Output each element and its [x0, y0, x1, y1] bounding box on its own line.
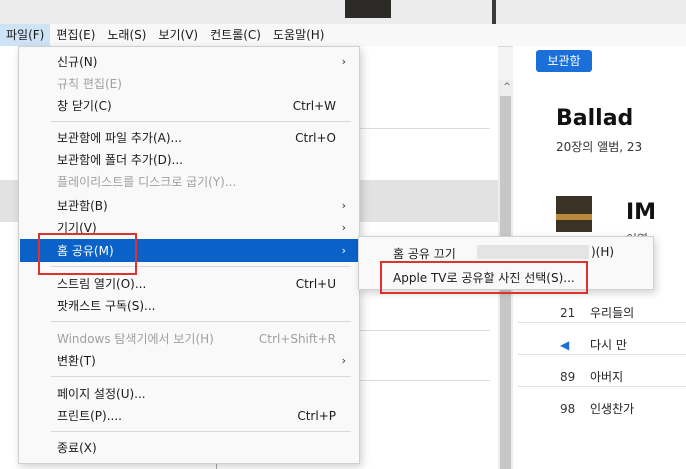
menu-bar: 파일(F) 편집(E) 노래(S) 보기(V) 컨트롤(C) 도움말(H) — [0, 24, 686, 47]
submenu-item-label: Apple TV로 공유할 사진 선택(S)... — [393, 271, 575, 285]
title-strip — [0, 0, 686, 24]
menu-separator — [51, 121, 351, 122]
menu-item-label: 홈 공유(M) — [57, 244, 114, 258]
row-divider — [360, 380, 490, 381]
menu-item-shortcut: Ctrl+P — [297, 408, 336, 423]
menu-item-shortcut: Ctrl+Shift+R — [258, 331, 336, 346]
submenu-item-label: 홈 공유 끄기 — [393, 247, 456, 261]
menu-item-add-folder[interactable]: 보관함에 폴더 추가(D)... — [20, 148, 358, 171]
track-divider — [518, 322, 686, 323]
menu-item-add-file[interactable]: 보관함에 파일 추가(A)... Ctrl+O — [20, 126, 358, 149]
track-title: 아버지 — [590, 370, 624, 384]
speaker-icon: ◀ — [560, 338, 570, 352]
menu-item-show-in-explorer[interactable]: Windows 탐색기에서 보기(H) Ctrl+Shift+R — [20, 327, 358, 350]
file-menu: 신규(N) › 규칙 편집(E) 창 닫기(C) Ctrl+W 보관함에 파일 … — [18, 46, 360, 464]
track-title: 인생찬가 — [590, 402, 635, 416]
menu-file[interactable]: 파일(F) — [0, 24, 51, 46]
now-playing-artwork — [345, 0, 391, 18]
menu-item-open-stream[interactable]: 스트림 열기(O)... Ctrl+U — [20, 272, 358, 295]
row-divider — [360, 330, 490, 331]
album-title[interactable]: IM — [626, 200, 656, 225]
menu-separator — [51, 266, 351, 267]
menu-item-exit[interactable]: 종료(X) — [20, 436, 358, 459]
track-title: 다시 만 — [590, 338, 627, 352]
submenu-arrow-icon: › — [341, 199, 346, 212]
submenu-item-choose-photos[interactable]: Apple TV로 공유할 사진 선택(S)... — [359, 265, 653, 287]
menu-item-shortcut: Ctrl+W — [292, 98, 336, 113]
menu-view[interactable]: 보기(V) — [152, 24, 204, 46]
menu-item-label: 스트림 열기(O)... — [57, 277, 147, 291]
menu-item-label: 보관함에 파일 추가(A)... — [57, 131, 182, 145]
blurred-text — [477, 245, 589, 259]
menu-item-devices[interactable]: 기기(V) › — [20, 216, 358, 239]
menu-item-shortcut: Ctrl+O — [295, 130, 336, 145]
menu-item-edit-rules[interactable]: 규칙 편집(E) — [20, 72, 358, 95]
menu-item-label: 플레이리스트를 디스크로 굽기(Y)... — [57, 175, 237, 189]
menu-item-label: 규칙 편집(E) — [57, 77, 122, 91]
submenu-item-shortcut-hint: )(H) — [591, 245, 615, 259]
submenu-item-turn-off-home-sharing[interactable]: 홈 공유 끄기 )(H) — [359, 241, 653, 263]
menu-item-label: 프린트(P).... — [57, 409, 122, 423]
menu-edit[interactable]: 편집(E) — [50, 24, 101, 46]
menu-item-print[interactable]: 프린트(P).... Ctrl+P — [20, 404, 358, 427]
menu-help[interactable]: 도움말(H) — [267, 24, 331, 46]
menu-item-convert[interactable]: 변환(T) › — [20, 349, 358, 372]
menu-item-label: 창 닫기(C) — [57, 99, 112, 113]
track-number: 21 — [560, 306, 576, 320]
submenu-arrow-icon: › — [341, 354, 346, 367]
top-divider — [492, 0, 496, 24]
menu-song[interactable]: 노래(S) — [101, 24, 152, 46]
menu-item-label: 보관함에 폴더 추가(D)... — [57, 153, 183, 167]
menu-item-home-sharing[interactable]: 홈 공유(M) › — [20, 239, 358, 262]
track-number: 98 — [560, 402, 576, 416]
menu-separator — [51, 431, 351, 432]
menu-separator — [51, 321, 351, 322]
submenu-arrow-icon: › — [341, 244, 346, 257]
menu-item-label: Windows 탐색기에서 보기(H) — [57, 332, 214, 346]
menu-item-label: 팟캐스트 구독(S)... — [57, 299, 156, 313]
track-title: 우리들의 — [590, 306, 635, 320]
submenu-arrow-icon: › — [341, 221, 346, 234]
menu-controls[interactable]: 컨트롤(C) — [204, 24, 267, 46]
genre-title: Ballad — [556, 106, 634, 131]
menu-item-label: 보관함(B) — [57, 199, 108, 213]
scroll-up-arrow-icon[interactable]: ^ — [501, 80, 513, 94]
menu-item-close-window[interactable]: 창 닫기(C) Ctrl+W — [20, 94, 358, 117]
track-row[interactable]: 98 인생찬가 — [560, 400, 634, 417]
menu-item-burn-playlist[interactable]: 플레이리스트를 디스크로 굽기(Y)... — [20, 170, 358, 193]
menu-item-label: 기기(V) — [57, 221, 97, 235]
menu-item-shortcut: Ctrl+U — [295, 276, 336, 291]
track-row[interactable]: ◀ 다시 만 — [560, 336, 627, 353]
menu-separator — [51, 376, 351, 377]
menu-item-label: 종료(X) — [57, 441, 97, 455]
home-sharing-submenu: 홈 공유 끄기 )(H) Apple TV로 공유할 사진 선택(S)... — [358, 236, 654, 290]
menu-item-page-setup[interactable]: 페이지 설정(U)... — [20, 382, 358, 405]
genre-subtitle: 20장의 앨범, 23 — [556, 140, 643, 154]
menu-item-label: 변환(T) — [57, 354, 96, 368]
album-artwork[interactable] — [556, 196, 592, 232]
track-divider — [518, 386, 686, 387]
menu-item-library[interactable]: 보관함(B) › — [20, 194, 358, 217]
row-divider — [360, 128, 490, 129]
menu-item-subscribe-podcast[interactable]: 팟캐스트 구독(S)... — [20, 294, 358, 317]
track-number: 89 — [560, 370, 576, 384]
track-divider — [518, 354, 686, 355]
menu-item-new[interactable]: 신규(N) › — [20, 50, 358, 73]
menu-item-label: 신규(N) — [57, 55, 98, 69]
submenu-arrow-icon: › — [341, 55, 346, 68]
library-button[interactable]: 보관함 — [536, 50, 592, 72]
menu-item-label: 페이지 설정(U)... — [57, 387, 146, 401]
track-row[interactable]: 89 아버지 — [560, 368, 623, 385]
track-row[interactable]: 21 우리들의 — [560, 304, 634, 321]
